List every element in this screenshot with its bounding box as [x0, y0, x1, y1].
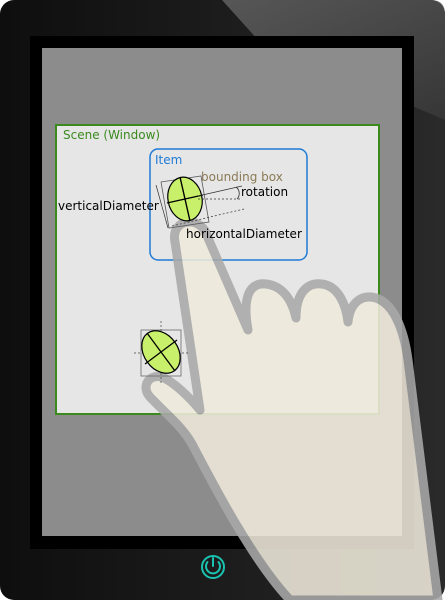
horizontal-diameter-label: horizontalDiameter: [186, 227, 302, 241]
scene-window-label: Scene (Window): [63, 128, 160, 142]
bounding-box-label: bounding box: [201, 170, 283, 184]
item-label: Item: [155, 153, 182, 167]
rotation-label: rotation: [241, 185, 288, 199]
touch-point-diagram: Scene (Window) Item bounding box rotatio…: [0, 0, 445, 600]
vertical-diameter-label: verticalDiameter: [58, 199, 159, 213]
